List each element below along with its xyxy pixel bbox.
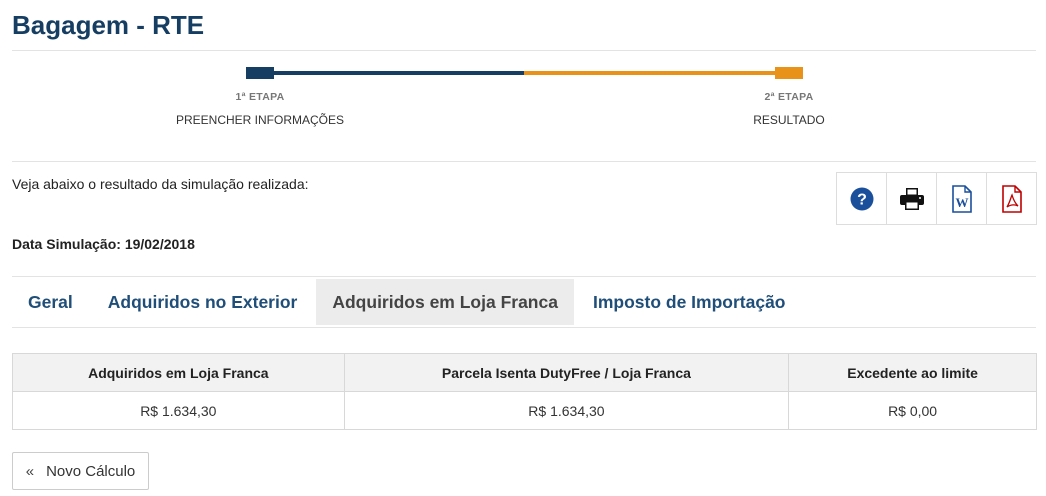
tab-adquiridos-exterior[interactable]: Adquiridos no Exterior xyxy=(92,279,314,325)
result-tabs: Geral Adquiridos no Exterior Adquiridos … xyxy=(12,279,805,325)
column-header: Excedente ao limite xyxy=(788,353,1037,392)
step-label: PREENCHER INFORMAÇÕES xyxy=(175,113,345,127)
step-number: 1ª ETAPA xyxy=(235,91,285,103)
print-button[interactable] xyxy=(887,173,937,224)
new-calculation-button[interactable]: « Novo Cálculo xyxy=(12,452,149,490)
print-icon xyxy=(899,187,924,210)
simulation-date: Data Simulação: 19/02/2018 xyxy=(12,236,195,252)
progress-bar xyxy=(246,67,803,79)
svg-text:W: W xyxy=(955,195,968,210)
table-row: R$ 1.634,30 R$ 1.634,30 R$ 0,00 xyxy=(12,391,1037,430)
divider xyxy=(12,327,1036,328)
double-chevron-left-icon: « xyxy=(25,462,35,480)
step-label: RESULTADO xyxy=(753,113,825,127)
help-icon: ? xyxy=(850,187,873,210)
column-header: Adquiridos em Loja Franca xyxy=(12,353,345,392)
svg-text:?: ? xyxy=(857,191,867,208)
tab-adquiridos-loja-franca[interactable]: Adquiridos em Loja Franca xyxy=(316,279,574,325)
divider xyxy=(12,161,1036,162)
tab-geral[interactable]: Geral xyxy=(12,279,89,325)
divider xyxy=(12,50,1036,51)
table-cell: R$ 0,00 xyxy=(788,391,1037,430)
export-word-button[interactable]: W xyxy=(937,173,987,224)
table-cell: R$ 1.634,30 xyxy=(12,391,345,430)
step-1: 1ª ETAPA PREENCHER INFORMAÇÕES xyxy=(160,91,360,127)
new-calculation-label: Novo Cálculo xyxy=(46,462,136,480)
word-icon: W xyxy=(951,184,972,213)
table-cell: R$ 1.634,30 xyxy=(343,391,790,430)
step-number: 2ª ETAPA xyxy=(764,91,814,103)
progress-segment-done xyxy=(246,71,524,75)
table-header-row: Adquiridos em Loja Franca Parcela Isenta… xyxy=(12,353,1037,392)
page-title: Bagagem - RTE xyxy=(12,10,205,40)
divider xyxy=(12,276,1036,277)
intro-text: Veja abaixo o resultado da simulação rea… xyxy=(12,176,309,192)
progress-step-2-marker xyxy=(775,67,803,79)
column-header: Parcela Isenta DutyFree / Loja Franca xyxy=(343,353,790,392)
result-table: Adquiridos em Loja Franca Parcela Isenta… xyxy=(12,353,1037,430)
help-button[interactable]: ? xyxy=(837,173,887,224)
action-toolbar: ? W xyxy=(836,172,1037,225)
progress-segment-current xyxy=(524,71,803,75)
step-2: 2ª ETAPA RESULTADO xyxy=(689,91,889,127)
pdf-icon xyxy=(1001,184,1022,213)
tab-imposto-importacao[interactable]: Imposto de Importação xyxy=(577,279,802,325)
progress-step-1-marker xyxy=(246,67,274,79)
export-pdf-button[interactable] xyxy=(987,173,1036,224)
